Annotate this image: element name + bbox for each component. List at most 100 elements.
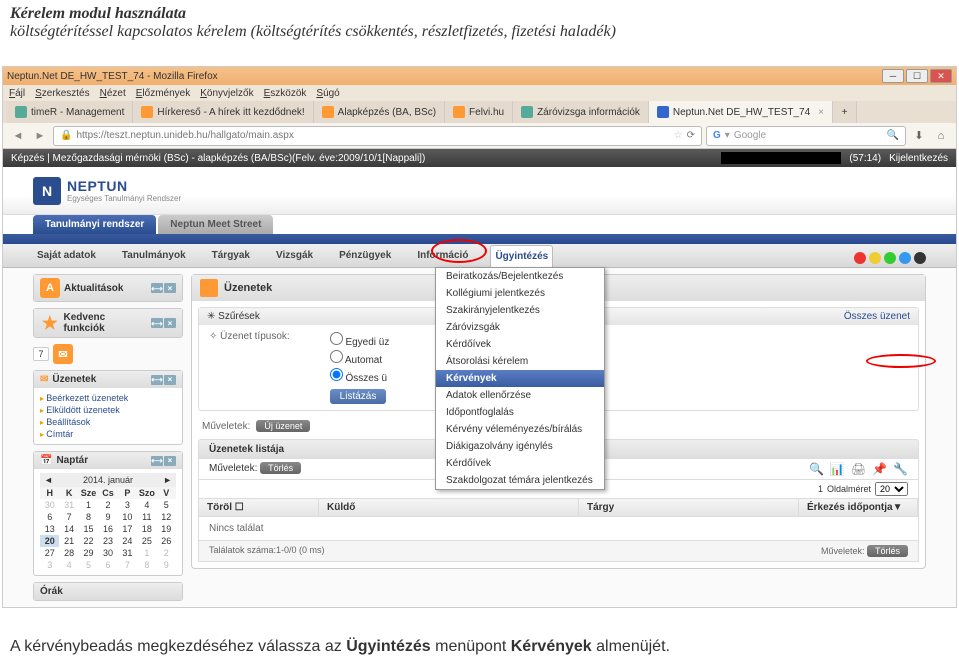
dd-velemenyezes[interactable]: Kérvény véleményezés/bírálás — [436, 421, 604, 438]
close-icon[interactable]: × — [164, 318, 176, 328]
cal-day[interactable]: 2 — [98, 499, 117, 511]
radio-automat[interactable]: Automat — [330, 349, 390, 367]
dd-zarovizsgak[interactable]: Záróvizsgák — [436, 319, 604, 336]
home-button[interactable]: ⌂ — [932, 127, 950, 145]
browser-tab-active[interactable]: Neptun.Net DE_HW_TEST_74× — [649, 101, 833, 123]
page-number[interactable]: 1 — [818, 484, 823, 494]
cal-day[interactable]: 3 — [118, 499, 137, 511]
menu-history[interactable]: Előzmények — [136, 88, 190, 99]
search-icon[interactable]: 🔍 — [887, 130, 899, 141]
tab-tanulmanyi[interactable]: Tanulmányi rendszer — [33, 215, 156, 234]
settings-icon[interactable]: 🔧 — [893, 462, 908, 476]
close-tab-icon[interactable]: × — [818, 107, 824, 118]
cal-day[interactable]: 5 — [79, 559, 98, 571]
cal-day[interactable]: 2 — [157, 547, 176, 559]
cal-day[interactable]: 23 — [98, 535, 117, 547]
color-dot[interactable] — [869, 252, 881, 264]
dd-beiratkozas[interactable]: Beiratkozás/Bejelentkezés — [436, 268, 604, 285]
cal-day[interactable]: 12 — [157, 511, 176, 523]
cal-day[interactable]: 6 — [40, 511, 59, 523]
minimize-button[interactable]: ─ — [882, 69, 904, 83]
cal-day[interactable]: 8 — [137, 559, 156, 571]
cal-day[interactable]: 29 — [79, 547, 98, 559]
menu-view[interactable]: Nézet — [100, 88, 126, 99]
checkbox-all[interactable]: ☐ — [235, 502, 244, 513]
dd-szakirany[interactable]: Szakirányjelentkezés — [436, 302, 604, 319]
collapse-icon[interactable]: ⟷ — [151, 283, 163, 293]
export-xls-icon[interactable]: 📊 — [830, 462, 845, 476]
menu-sajat-adatok[interactable]: Saját adatok — [33, 245, 100, 266]
menu-vizsgak[interactable]: Vizsgák — [272, 245, 317, 266]
link-beallitasok[interactable]: Beállítások — [40, 416, 176, 428]
dd-szakdolgozat[interactable]: Szakdolgozat témára jelentkezés — [436, 472, 604, 489]
close-button[interactable]: ✕ — [930, 69, 952, 83]
list-button[interactable]: Listázás — [330, 389, 387, 404]
dd-kollegium[interactable]: Kollégiumi jelentkezés — [436, 285, 604, 302]
footer-delete-button[interactable]: Törlés — [867, 545, 908, 557]
dd-idopont[interactable]: Időpontfoglalás — [436, 404, 604, 421]
sort-icon[interactable]: ▼ — [893, 502, 903, 513]
cal-day[interactable]: 31 — [118, 547, 137, 559]
mail-icon[interactable]: ✉ — [53, 344, 73, 364]
cal-day[interactable]: 11 — [137, 511, 156, 523]
menu-tanulmanyok[interactable]: Tanulmányok — [118, 245, 190, 266]
dd-kerdoivek[interactable]: Kérdőívek — [436, 336, 604, 353]
cal-day[interactable]: 1 — [79, 499, 98, 511]
url-input[interactable]: 🔒 https://teszt.neptun.unideb.hu/hallgat… — [53, 126, 702, 146]
download-button[interactable]: ⬇ — [910, 127, 928, 145]
cal-day[interactable]: 15 — [79, 523, 98, 535]
collapse-icon[interactable]: ⟷ — [151, 318, 163, 328]
cal-day[interactable]: 30 — [40, 499, 59, 511]
search-input[interactable]: G▾ Google 🔍 — [706, 126, 906, 146]
menu-bookmarks[interactable]: Könyvjelzők — [200, 88, 253, 99]
dd-adatok[interactable]: Adatok ellenőrzése — [436, 387, 604, 404]
col-sender[interactable]: Küldő — [319, 499, 579, 516]
link-beerkezett[interactable]: Beérkezett üzenetek — [40, 392, 176, 404]
link-elkuldott[interactable]: Elküldött üzenetek — [40, 404, 176, 416]
cal-day[interactable]: 30 — [98, 547, 117, 559]
radio-osszes[interactable]: Összes ü — [330, 367, 390, 385]
cal-day[interactable]: 26 — [157, 535, 176, 547]
browser-tab[interactable]: Hírkereső - A hírek itt kezdődnek! — [133, 101, 313, 123]
tab-meetstreet[interactable]: Neptun Meet Street — [158, 215, 273, 234]
cal-day[interactable]: 27 — [40, 547, 59, 559]
menu-tools[interactable]: Eszközök — [264, 88, 307, 99]
cal-next-button[interactable]: ► — [163, 475, 172, 485]
cal-day[interactable]: 9 — [157, 559, 176, 571]
cal-day[interactable]: 8 — [79, 511, 98, 523]
cal-day[interactable]: 5 — [157, 499, 176, 511]
menu-informacio[interactable]: Információ — [413, 245, 472, 266]
cal-day[interactable]: 20 — [40, 535, 59, 547]
cal-day[interactable]: 4 — [59, 559, 78, 571]
forward-button[interactable]: ► — [31, 127, 49, 145]
col-subject[interactable]: Tárgy — [579, 499, 799, 516]
color-dot[interactable] — [884, 252, 896, 264]
dd-diakigazolvany[interactable]: Diákigazolvány igénylés — [436, 438, 604, 455]
cal-day[interactable]: 1 — [137, 547, 156, 559]
dd-atsorolasi[interactable]: Átsorolási kérelem — [436, 353, 604, 370]
cal-day[interactable]: 6 — [98, 559, 117, 571]
reload-icon[interactable]: ⟳ — [687, 130, 695, 141]
cal-day[interactable]: 24 — [118, 535, 137, 547]
cal-prev-button[interactable]: ◄ — [44, 475, 53, 485]
cal-day[interactable]: 19 — [157, 523, 176, 535]
menu-penzugyek[interactable]: Pénzügyek — [335, 245, 395, 266]
cal-day[interactable]: 18 — [137, 523, 156, 535]
back-button[interactable]: ◄ — [9, 127, 27, 145]
browser-tab[interactable]: Alapképzés (BA, BSc) — [314, 101, 445, 123]
cal-day[interactable]: 9 — [98, 511, 117, 523]
color-dot[interactable] — [854, 252, 866, 264]
color-dot[interactable] — [914, 252, 926, 264]
cal-day[interactable]: 16 — [98, 523, 117, 535]
cal-day[interactable]: 31 — [59, 499, 78, 511]
cal-day[interactable]: 21 — [59, 535, 78, 547]
cal-day[interactable]: 4 — [137, 499, 156, 511]
search-icon[interactable]: 🔍 — [809, 462, 824, 476]
browser-tab[interactable]: Felvi.hu — [445, 101, 513, 123]
dd-kerdoivek2[interactable]: Kérdőívek — [436, 455, 604, 472]
cal-day[interactable]: 25 — [137, 535, 156, 547]
cal-day[interactable]: 17 — [118, 523, 137, 535]
delete-button[interactable]: Törlés — [260, 462, 301, 474]
link-cimtar[interactable]: Címtár — [40, 428, 176, 440]
col-date[interactable]: Érkezés időpontja — [807, 502, 893, 513]
